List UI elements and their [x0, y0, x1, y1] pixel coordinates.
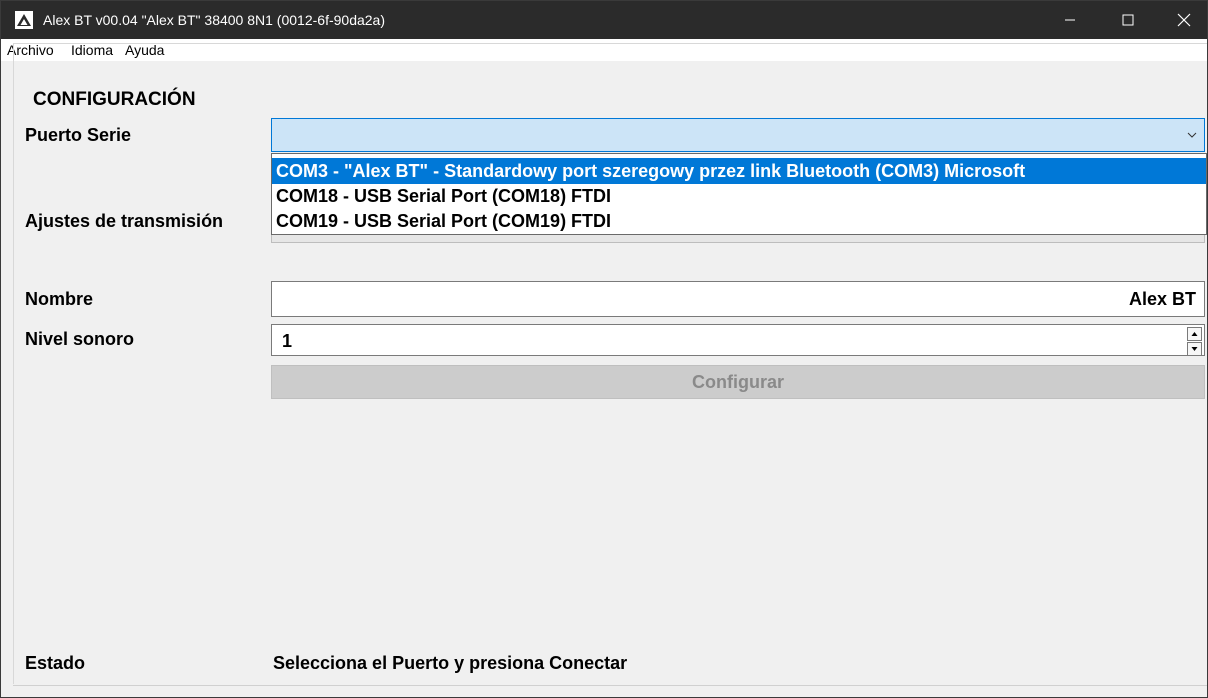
status-value: Selecciona el Puerto y presiona Conectar [273, 653, 628, 673]
spin-buttons [1187, 327, 1202, 356]
serial-port-option[interactable]: COM18 - USB Serial Port (COM18) FTDI [272, 183, 1206, 209]
serial-port-label: Puerto Serie [25, 125, 132, 145]
close-icon [1177, 13, 1191, 27]
maximize-icon [1122, 14, 1134, 26]
maximize-button[interactable] [1105, 1, 1151, 39]
alex-logo-icon [15, 11, 33, 29]
volume-label: Nivel sonoro [25, 329, 135, 349]
close-button[interactable] [1161, 1, 1207, 39]
name-label: Nombre [25, 289, 94, 309]
configure-button[interactable]: Configurar [271, 365, 1205, 399]
config-group-title: CONFIGURACIÓN [29, 89, 200, 111]
arrow-up-icon [1191, 332, 1198, 336]
bottom-divider [13, 685, 1207, 686]
minimize-button[interactable] [1047, 1, 1093, 39]
app-window: Alex BT v00.04 "Alex BT" 38400 8N1 (0012… [0, 0, 1208, 698]
title-bar: Alex BT v00.04 "Alex BT" 38400 8N1 (0012… [1, 1, 1207, 39]
window-title: Alex BT v00.04 "Alex BT" 38400 8N1 (0012… [43, 12, 385, 28]
volume-stepper[interactable]: 1 [271, 324, 1205, 356]
minimize-icon [1065, 19, 1075, 21]
chevron-down-icon [1187, 132, 1197, 138]
serial-port-option[interactable]: COM19 - USB Serial Port (COM19) FTDI [272, 208, 1206, 234]
arrow-down-icon [1191, 347, 1198, 351]
transmission-label: Ajustes de transmisión [25, 211, 224, 231]
serial-port-option[interactable]: COM3 - "Alex BT" - Standardowy port szer… [272, 158, 1206, 184]
name-input[interactable]: Alex BT [271, 281, 1205, 317]
spin-down-button[interactable] [1187, 342, 1202, 356]
serial-port-dropdown: COM3 - "Alex BT" - Standardowy port szer… [271, 153, 1207, 235]
status-label: Estado [25, 653, 86, 673]
volume-value: 1 [282, 331, 293, 351]
serial-port-combobox[interactable] [271, 118, 1205, 152]
spin-up-button[interactable] [1187, 327, 1202, 341]
